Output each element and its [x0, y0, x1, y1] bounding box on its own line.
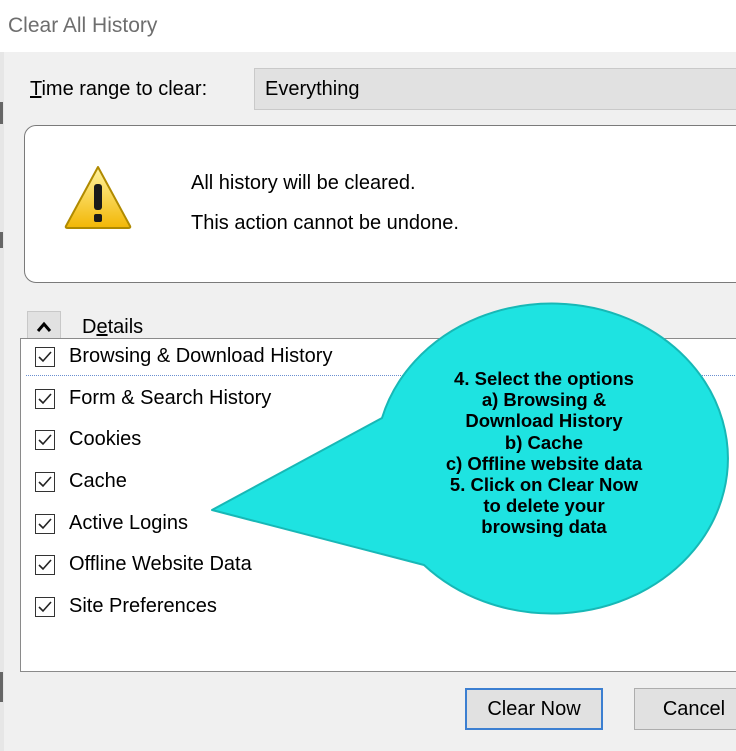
time-range-select[interactable]: Everything [254, 68, 736, 110]
window-title: Clear All History [8, 14, 158, 37]
item-label: Cookies [69, 428, 142, 450]
warning-icon [64, 166, 132, 229]
checkbox[interactable] [35, 389, 55, 409]
callout-line: b) Cache [504, 431, 584, 453]
checkmark-icon [38, 559, 52, 571]
chevron-up-icon [36, 321, 52, 332]
checkmark-icon [38, 601, 52, 613]
checkbox[interactable] [35, 472, 55, 492]
item-label: Cache [69, 470, 127, 492]
checkbox[interactable] [35, 514, 55, 534]
callout-line: 4. Select the options [454, 368, 634, 389]
details-label: Details [82, 316, 144, 338]
item-label: Browsing & Download History [69, 345, 333, 367]
item-label: Active Logins [69, 512, 188, 534]
checkbox[interactable] [35, 430, 55, 450]
item-label: Form & Search History [69, 387, 272, 409]
clear-now-button[interactable]: Clear Now [465, 688, 603, 730]
checkbox[interactable] [35, 555, 55, 575]
callout-line: c) Offline website data [445, 452, 643, 474]
checkmark-icon [38, 434, 52, 446]
item-label: Site Preferences [69, 595, 217, 617]
warning-message-line1: All history will be cleared. [191, 172, 416, 194]
callout-line: to delete your [483, 495, 605, 517]
checkmark-icon [38, 518, 52, 530]
checkbox[interactable] [35, 347, 55, 367]
time-range-label: Time range to clear: [30, 78, 208, 100]
callout-line: 5. Click on Clear Now [449, 474, 639, 496]
checkmark-icon [38, 351, 52, 363]
cancel-button[interactable]: Cancel [634, 688, 736, 730]
callout-line: browsing data [481, 516, 607, 538]
callout-line: Download History [465, 410, 623, 432]
time-range-value: Everything [265, 78, 360, 100]
warning-panel: All history will be cleared. This action… [24, 125, 736, 283]
callout-text: 4. Select the options a) Browsing & Down… [402, 368, 686, 538]
callout-line: a) Browsing & [481, 389, 607, 411]
checkbox[interactable] [35, 597, 55, 617]
checkmark-icon [38, 476, 52, 488]
item-label: Offline Website Data [69, 553, 252, 575]
warning-message-line2: This action cannot be undone. [191, 212, 459, 234]
checkmark-icon [38, 393, 52, 405]
title-bar: Clear All History [0, 0, 736, 52]
